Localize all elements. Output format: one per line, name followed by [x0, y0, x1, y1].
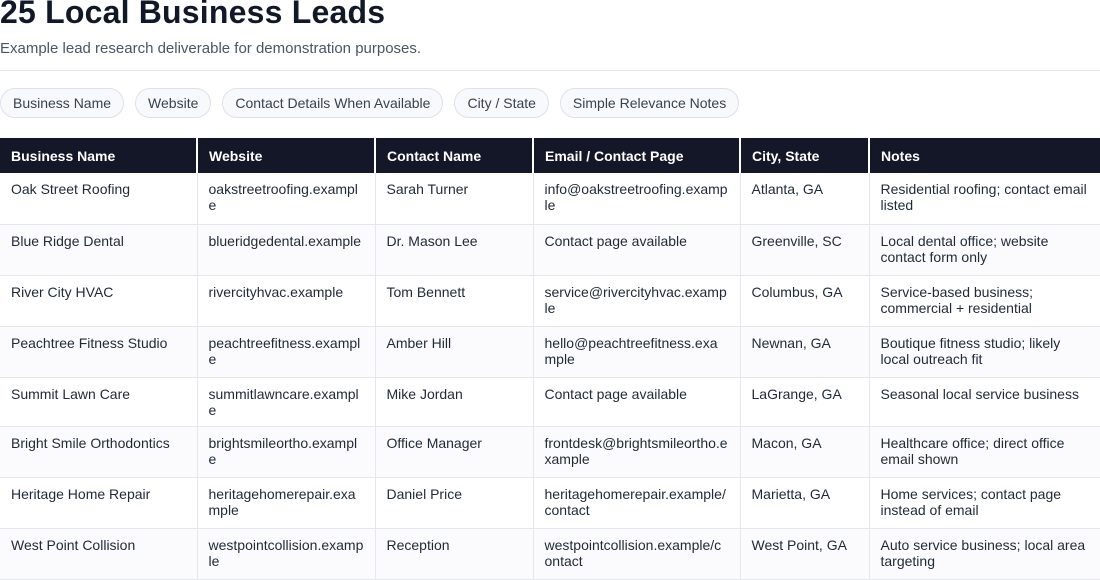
cell-business-name: Heritage Home Repair	[0, 477, 197, 529]
cell-contact-name: Dr. Mason Lee	[374, 224, 533, 276]
cell-website: heritagehomerepair.example	[196, 477, 375, 529]
table-row: River City HVAC rivercityhvac.example To…	[0, 275, 1100, 327]
cell-business-name: West Point Collision	[0, 528, 197, 580]
cell-contact-name: Mike Jordan	[374, 377, 533, 427]
col-header-business-name[interactable]: Business Name	[0, 138, 197, 173]
cell-city-state: Atlanta, GA	[739, 173, 869, 225]
cell-notes: Home services; contact page instead of e…	[868, 477, 1100, 529]
cell-website: blueridgedental.example	[196, 224, 375, 276]
cell-email-contact: service@rivercityhvac.example	[532, 275, 740, 327]
table-row: Oak Street Roofing oakstreetroofing.exam…	[0, 173, 1100, 225]
cell-business-name: Blue Ridge Dental	[0, 224, 197, 276]
cell-website: westpointcollision.example	[196, 528, 375, 580]
cell-notes: Local dental office; website contact for…	[868, 224, 1100, 276]
table-row: Peachtree Fitness Studio peachtreefitnes…	[0, 326, 1100, 378]
chip-contact-details: Contact Details When Available	[222, 88, 444, 118]
cell-notes: Auto service business; local area target…	[868, 528, 1100, 580]
cell-email-contact: hello@peachtreefitness.example	[532, 326, 740, 378]
cell-business-name: River City HVAC	[0, 275, 197, 327]
cell-email-contact: info@oakstreetroofing.example	[532, 173, 740, 225]
cell-email-contact: heritagehomerepair.example/contact	[532, 477, 740, 529]
cell-contact-name: Sarah Turner	[374, 173, 533, 225]
cell-notes: Healthcare office; direct office email s…	[868, 426, 1100, 478]
leads-table-container: Business Name Website Contact Name Email…	[0, 138, 1100, 580]
cell-notes: Seasonal local service business	[868, 377, 1100, 427]
cell-business-name: Summit Lawn Care	[0, 377, 197, 427]
cell-city-state: Macon, GA	[739, 426, 869, 478]
page-title: 25 Local Business Leads	[0, 0, 386, 30]
col-header-contact-name[interactable]: Contact Name	[374, 138, 533, 173]
table-row: West Point Collision westpointcollision.…	[0, 528, 1100, 580]
cell-website: summitlawncare.example	[196, 377, 375, 427]
table-row: Summit Lawn Care summitlawncare.example …	[0, 377, 1100, 427]
cell-website: peachtreefitness.example	[196, 326, 375, 378]
cell-contact-name: Tom Bennett	[374, 275, 533, 327]
table-header-row: Business Name Website Contact Name Email…	[0, 138, 1100, 173]
cell-city-state: West Point, GA	[739, 528, 869, 580]
cell-contact-name: Daniel Price	[374, 477, 533, 529]
col-header-city-state[interactable]: City, State	[739, 138, 869, 173]
cell-website: brightsmileortho.example	[196, 426, 375, 478]
cell-city-state: Greenville, SC	[739, 224, 869, 276]
cell-city-state: LaGrange, GA	[739, 377, 869, 427]
chip-business-name: Business Name	[0, 88, 125, 118]
cell-city-state: Columbus, GA	[739, 275, 869, 327]
cell-business-name: Oak Street Roofing	[0, 173, 197, 225]
cell-business-name: Bright Smile Orthodontics	[0, 426, 197, 478]
cell-business-name: Peachtree Fitness Studio	[0, 326, 197, 378]
cell-contact-name: Office Manager	[374, 426, 533, 478]
cell-notes: Residential roofing; contact email liste…	[868, 173, 1100, 225]
cell-notes: Service-based business; commercial + res…	[868, 275, 1100, 327]
cell-city-state: Marietta, GA	[739, 477, 869, 529]
cell-email-contact: westpointcollision.example/contact	[532, 528, 740, 580]
chip-city-state: City / State	[454, 88, 549, 118]
field-chips: Business Name Website Contact Details Wh…	[0, 88, 740, 118]
table-row: Heritage Home Repair heritagehomerepair.…	[0, 477, 1100, 529]
table-row: Blue Ridge Dental blueridgedental.exampl…	[0, 224, 1100, 276]
cell-website: rivercityhvac.example	[196, 275, 375, 327]
cell-city-state: Newnan, GA	[739, 326, 869, 378]
cell-contact-name: Reception	[374, 528, 533, 580]
col-header-notes[interactable]: Notes	[868, 138, 1100, 173]
leads-table: Business Name Website Contact Name Email…	[0, 138, 1100, 580]
chip-website: Website	[135, 88, 212, 118]
chip-relevance-notes: Simple Relevance Notes	[559, 88, 740, 118]
header-divider	[0, 70, 1100, 71]
cell-notes: Boutique fitness studio; likely local ou…	[868, 326, 1100, 378]
col-header-website[interactable]: Website	[196, 138, 375, 173]
cell-email-contact: Contact page available	[532, 224, 740, 276]
cell-email-contact: frontdesk@brightsmileortho.example	[532, 426, 740, 478]
table-row: Bright Smile Orthodontics brightsmileort…	[0, 426, 1100, 478]
cell-contact-name: Amber Hill	[374, 326, 533, 378]
page-subtitle: Example lead research deliverable for de…	[0, 40, 422, 57]
col-header-email-contact[interactable]: Email / Contact Page	[532, 138, 740, 173]
cell-email-contact: Contact page available	[532, 377, 740, 427]
cell-website: oakstreetroofing.example	[196, 173, 375, 225]
